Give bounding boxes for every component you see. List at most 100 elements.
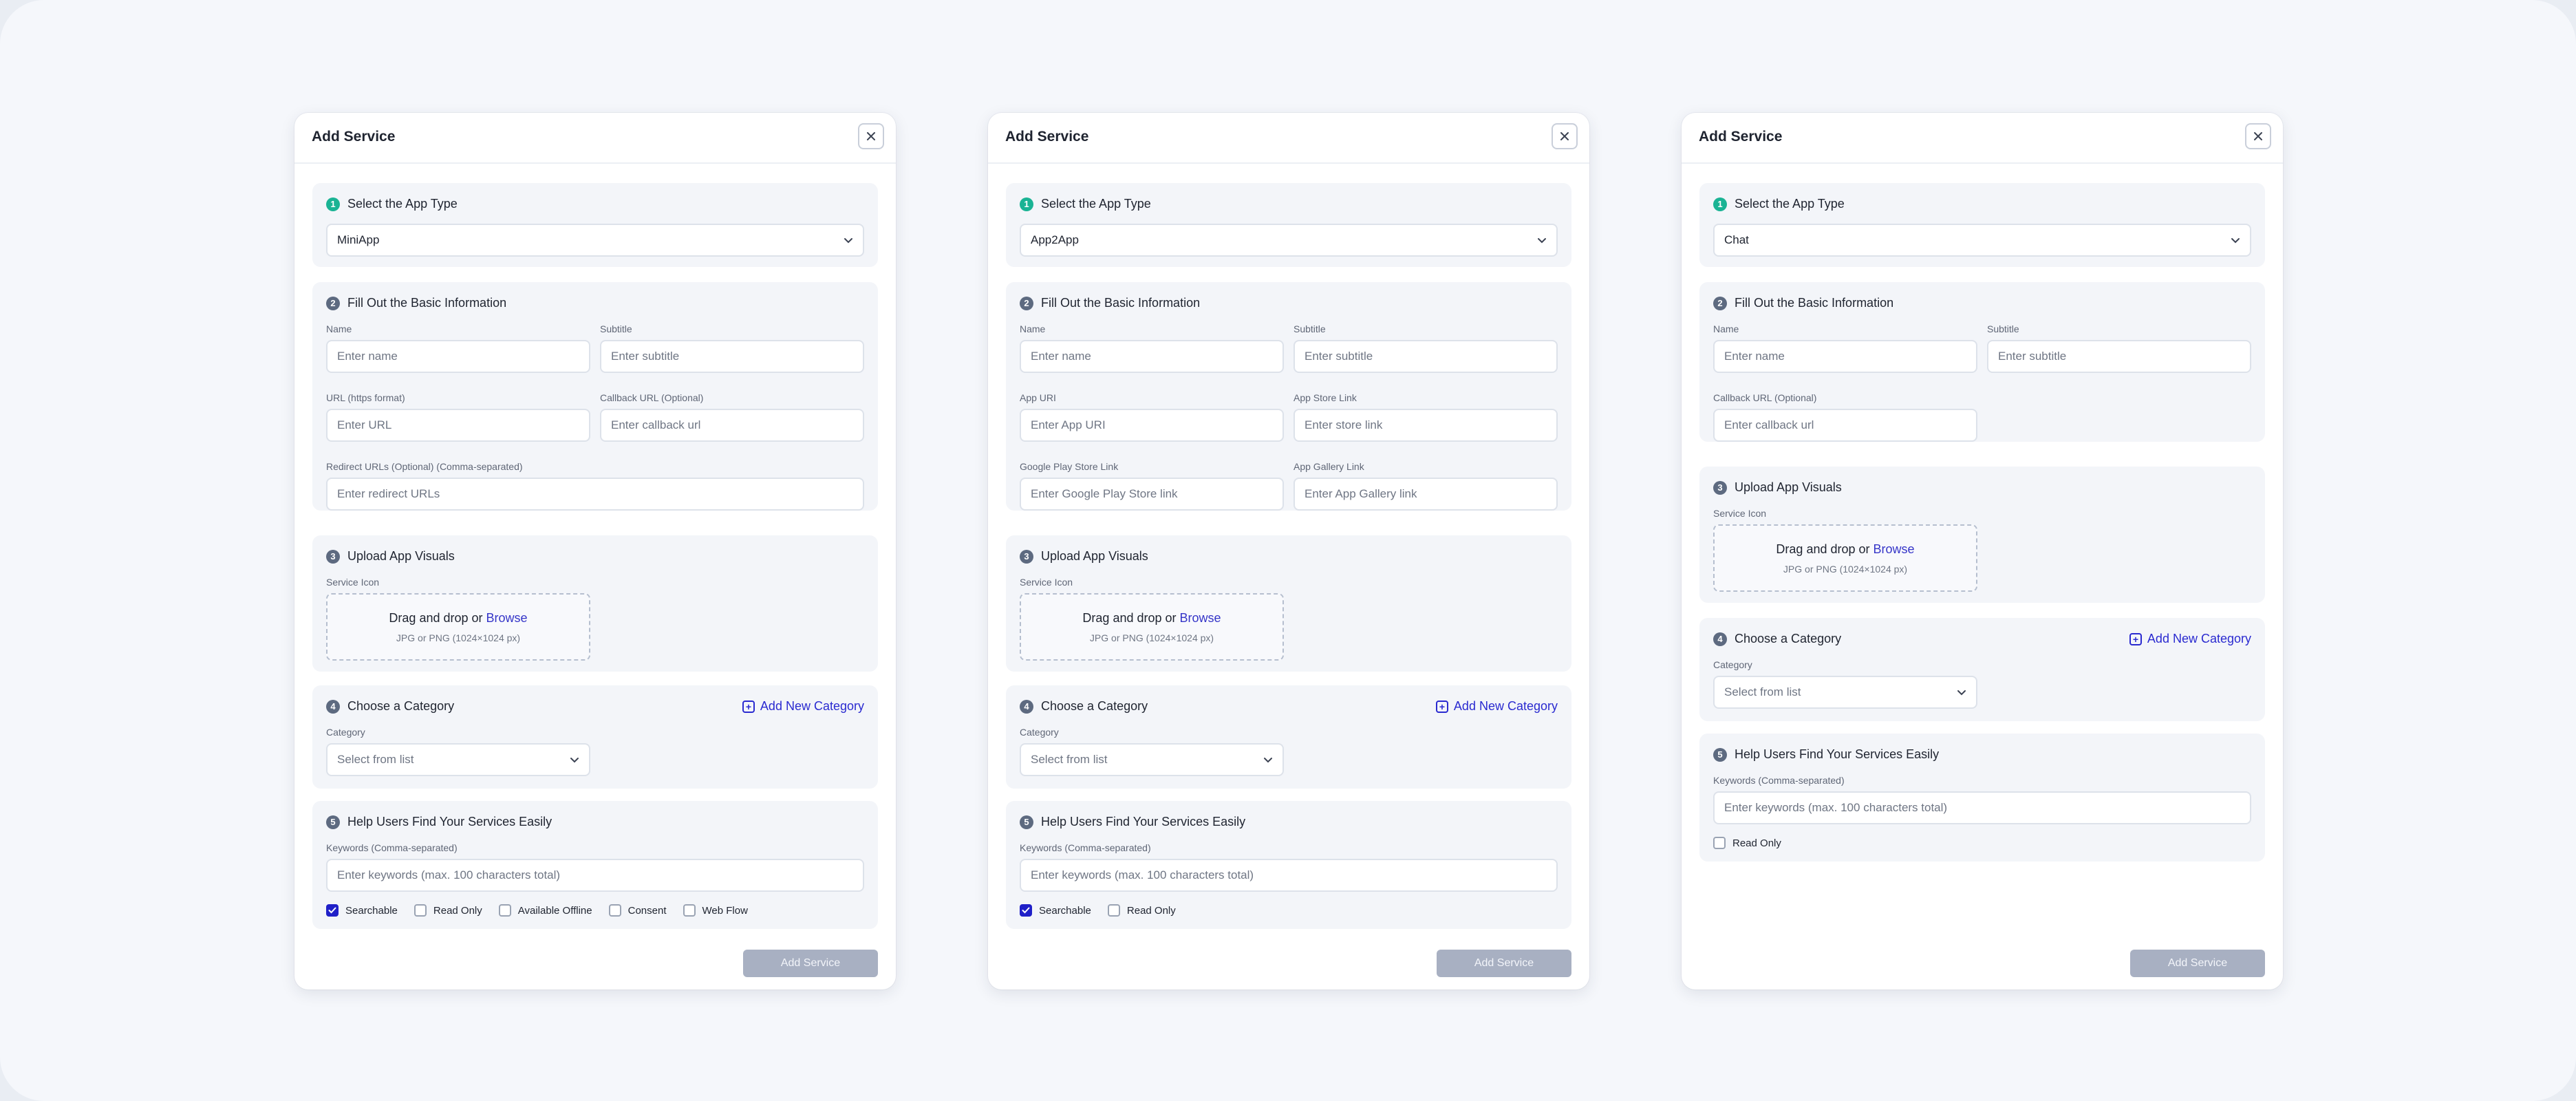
redirect-urls-field[interactable]: Enter redirect URLs — [326, 478, 864, 511]
checkbox-box — [683, 904, 696, 917]
callback-url-label: Callback URL (Optional) — [1713, 392, 1817, 403]
add-new-category-label: Add New Category — [2147, 632, 2251, 645]
chevron-down-icon — [1264, 757, 1272, 762]
modal-header: Add Service — [1682, 113, 2283, 164]
category-select[interactable]: Select from list — [326, 743, 590, 776]
section-heading: 2 Fill Out the Basic Information — [326, 296, 506, 310]
category-placeholder: Select from list — [1724, 685, 1801, 698]
browse-link[interactable]: Browse — [1180, 611, 1221, 625]
subtitle-field[interactable]: Enter subtitle — [1294, 340, 1558, 373]
options-checkbox-group: Searchable Read Only Available Offline C… — [326, 904, 748, 917]
checkmark-icon — [328, 907, 336, 914]
section-title: Fill Out the Basic Information — [1735, 296, 1894, 310]
section-title: Select the App Type — [1735, 197, 1845, 211]
step-number: 2 — [326, 296, 340, 310]
close-button[interactable] — [2245, 123, 2271, 149]
service-icon-label: Service Icon — [1020, 577, 1073, 588]
category-placeholder: Select from list — [337, 753, 414, 766]
checkbox-label: Consent — [627, 904, 667, 917]
section-basic-info: 2 Fill Out the Basic Information Name En… — [312, 282, 878, 511]
section-app-type: 1 Select the App Type App2App — [1006, 183, 1571, 267]
close-button[interactable] — [858, 123, 884, 149]
name-field[interactable]: Enter name — [1713, 340, 1977, 373]
keywords-field[interactable]: Enter keywords (max. 100 characters tota… — [1020, 859, 1558, 892]
plus-square-icon: + — [2129, 632, 2142, 645]
close-button[interactable] — [1552, 123, 1578, 149]
step-number: 4 — [326, 699, 340, 714]
drag-drop-text: Drag and drop or — [1776, 542, 1870, 556]
section-app-visuals: 3 Upload App Visuals Service Icon Drag a… — [1699, 467, 2265, 603]
section-keywords: 5 Help Users Find Your Services Easily K… — [1006, 801, 1571, 929]
section-title: Fill Out the Basic Information — [1041, 296, 1201, 310]
section-heading: 1 Select the App Type — [1713, 197, 1845, 211]
app-uri-label: App URI — [1020, 392, 1056, 403]
step-number: 5 — [1713, 747, 1727, 762]
app-type-value: App2App — [1031, 233, 1079, 246]
section-app-visuals: 3 Upload App Visuals Service Icon Drag a… — [1006, 535, 1571, 672]
keywords-field[interactable]: Enter keywords (max. 100 characters tota… — [326, 859, 864, 892]
app-store-link-label: App Store Link — [1294, 392, 1357, 403]
name-field[interactable]: Enter name — [326, 340, 590, 373]
name-label: Name — [1020, 323, 1046, 334]
app-store-link-field[interactable]: Enter store link — [1294, 409, 1558, 442]
add-service-button[interactable]: Add Service — [743, 950, 878, 977]
add-new-category-button[interactable]: + Add New Category — [1435, 699, 1558, 714]
app-type-select[interactable]: Chat — [1713, 224, 2251, 257]
file-format-hint: JPG or PNG (1024×1024 px) — [1783, 564, 1908, 575]
category-select[interactable]: Select from list — [1713, 676, 1977, 709]
step-number: 5 — [1020, 815, 1033, 829]
name-label: Name — [1713, 323, 1739, 334]
url-field[interactable]: Enter URL — [326, 409, 590, 442]
callback-url-field[interactable]: Enter callback url — [600, 409, 864, 442]
searchable-checkbox[interactable]: Searchable — [326, 904, 398, 917]
name-field[interactable]: Enter name — [1020, 340, 1284, 373]
callback-url-field[interactable]: Enter callback url — [1713, 409, 1977, 442]
section-title: Upload App Visuals — [1735, 480, 1842, 494]
read-only-checkbox[interactable]: Read Only — [414, 904, 482, 917]
category-select[interactable]: Select from list — [1020, 743, 1284, 776]
close-icon — [2254, 132, 2262, 140]
callback-url-label: Callback URL (Optional) — [600, 392, 704, 403]
service-icon-dropzone[interactable]: Drag and drop or Browse JPG or PNG (1024… — [326, 593, 590, 661]
add-new-category-button[interactable]: + Add New Category — [742, 699, 864, 714]
section-heading: 3 Upload App Visuals — [326, 549, 455, 564]
app-uri-field[interactable]: Enter App URI — [1020, 409, 1284, 442]
read-only-checkbox[interactable]: Read Only — [1713, 837, 1781, 849]
checkbox-box — [1713, 837, 1726, 849]
name-label: Name — [326, 323, 352, 334]
keywords-field[interactable]: Enter keywords (max. 100 characters tota… — [1713, 791, 2251, 824]
browse-link[interactable]: Browse — [486, 611, 528, 625]
consent-checkbox[interactable]: Consent — [608, 904, 667, 917]
add-new-category-label: Add New Category — [1453, 699, 1558, 713]
searchable-checkbox[interactable]: Searchable — [1020, 904, 1091, 917]
read-only-checkbox[interactable]: Read Only — [1107, 904, 1176, 917]
service-icon-label: Service Icon — [326, 577, 380, 588]
service-icon-dropzone[interactable]: Drag and drop or Browse JPG or PNG (1024… — [1713, 524, 1977, 592]
plus-square-icon: + — [742, 700, 755, 713]
web-flow-checkbox[interactable]: Web Flow — [683, 904, 748, 917]
section-heading: 3 Upload App Visuals — [1020, 549, 1148, 564]
add-service-modal-app2app: Add Service 1 Select the App Type App2Ap… — [988, 113, 1589, 990]
step-number: 1 — [326, 197, 340, 211]
checkbox-label: Read Only — [1126, 904, 1176, 917]
add-service-button[interactable]: Add Service — [2130, 950, 2265, 977]
app-type-select[interactable]: MiniApp — [326, 224, 864, 257]
section-title: Choose a Category — [1041, 699, 1148, 713]
checkbox-label: Read Only — [1732, 837, 1781, 849]
add-new-category-button[interactable]: + Add New Category — [2129, 632, 2251, 646]
app-gallery-link-field[interactable]: Enter App Gallery link — [1294, 478, 1558, 511]
add-service-button[interactable]: Add Service — [1437, 950, 1571, 977]
subtitle-field[interactable]: Enter subtitle — [1987, 340, 2251, 373]
category-label: Category — [1713, 659, 1752, 670]
subtitle-field[interactable]: Enter subtitle — [600, 340, 864, 373]
step-number: 3 — [1713, 480, 1727, 495]
section-heading: 5 Help Users Find Your Services Easily — [1020, 815, 1245, 829]
play-store-link-field[interactable]: Enter Google Play Store link — [1020, 478, 1284, 511]
browse-link[interactable]: Browse — [1874, 542, 1915, 556]
service-icon-dropzone[interactable]: Drag and drop or Browse JPG or PNG (1024… — [1020, 593, 1284, 661]
app-type-select[interactable]: App2App — [1020, 224, 1558, 257]
file-format-hint: JPG or PNG (1024×1024 px) — [1089, 632, 1214, 643]
chevron-down-icon — [844, 237, 852, 243]
section-keywords: 5 Help Users Find Your Services Easily K… — [312, 801, 878, 929]
available-offline-checkbox[interactable]: Available Offline — [498, 904, 592, 917]
